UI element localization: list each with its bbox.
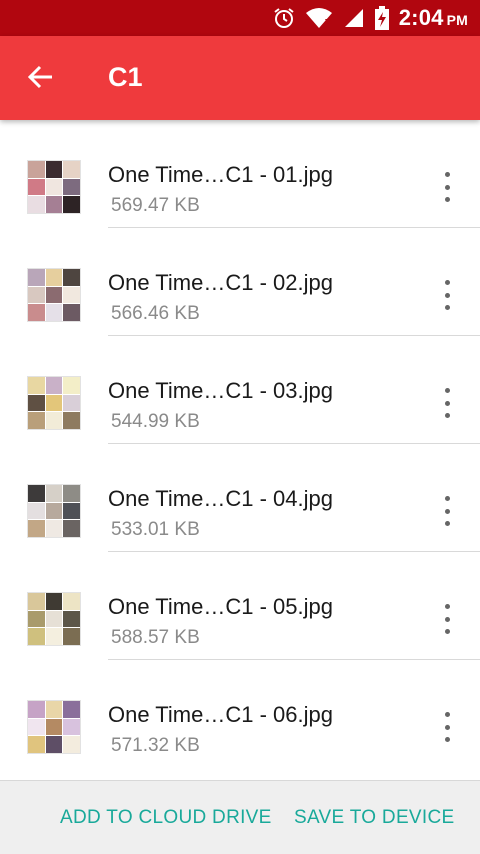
file-row-1[interactable]: One Time…C1 - 01.jpg 569.47 KB <box>0 120 480 228</box>
save-to-device-button[interactable]: SAVE TO DEVICE <box>294 807 454 829</box>
file-list: One Time…C1 - 01.jpg 569.47 KB One Time…… <box>0 120 480 780</box>
thumbnail-image <box>27 592 81 646</box>
more-options-icon[interactable] <box>434 388 460 418</box>
wifi-icon <box>305 7 333 29</box>
file-size: 571.32 KB <box>111 735 200 756</box>
file-row-5[interactable]: One Time…C1 - 05.jpg 588.57 KB <box>0 552 480 660</box>
bottom-action-bar: ADD TO CLOUD DRIVE SAVE TO DEVICE <box>0 780 480 854</box>
more-options-icon[interactable] <box>434 604 460 634</box>
more-options-icon[interactable] <box>434 496 460 526</box>
file-row-3[interactable]: One Time…C1 - 03.jpg 544.99 KB <box>0 336 480 444</box>
file-name: One Time…C1 - 01.jpg <box>108 162 333 187</box>
more-options-icon[interactable] <box>434 712 460 742</box>
file-size: 544.99 KB <box>111 411 200 432</box>
clock-time: 2:04 <box>398 5 444 30</box>
file-size: 533.01 KB <box>111 519 200 540</box>
clock-ampm: PM <box>446 12 468 28</box>
alarm-icon <box>273 7 295 29</box>
back-button[interactable] <box>24 62 58 96</box>
file-size: 569.47 KB <box>111 195 200 216</box>
thumbnail-image <box>27 376 81 430</box>
file-name: One Time…C1 - 03.jpg <box>108 378 333 403</box>
page-title: C1 <box>108 62 143 92</box>
file-size: 566.46 KB <box>111 303 200 324</box>
signal-icon <box>343 7 365 29</box>
file-row-2[interactable]: One Time…C1 - 02.jpg 566.46 KB <box>0 228 480 336</box>
app-bar: C1 <box>0 36 480 120</box>
file-name: One Time…C1 - 04.jpg <box>108 486 333 511</box>
file-name: One Time…C1 - 05.jpg <box>108 594 333 619</box>
add-to-cloud-drive-button[interactable]: ADD TO CLOUD DRIVE <box>60 807 272 829</box>
more-options-icon[interactable] <box>434 172 460 202</box>
thumbnail-image <box>27 700 81 754</box>
file-size: 588.57 KB <box>111 627 200 648</box>
thumbnail-image <box>27 484 81 538</box>
arrow-left-icon <box>27 64 54 95</box>
battery-charging-icon <box>374 6 389 30</box>
file-name: One Time…C1 - 02.jpg <box>108 270 333 295</box>
clock: 2:04 PM <box>399 5 468 31</box>
status-icons: 2:04 PM <box>273 0 468 36</box>
thumbnail-image <box>27 160 81 214</box>
file-name: One Time…C1 - 06.jpg <box>108 702 333 727</box>
file-row-4[interactable]: One Time…C1 - 04.jpg 533.01 KB <box>0 444 480 552</box>
thumbnail-image <box>27 268 81 322</box>
file-row-6[interactable]: One Time…C1 - 06.jpg 571.32 KB <box>0 660 480 768</box>
status-bar: 2:04 PM <box>0 0 480 36</box>
more-options-icon[interactable] <box>434 280 460 310</box>
